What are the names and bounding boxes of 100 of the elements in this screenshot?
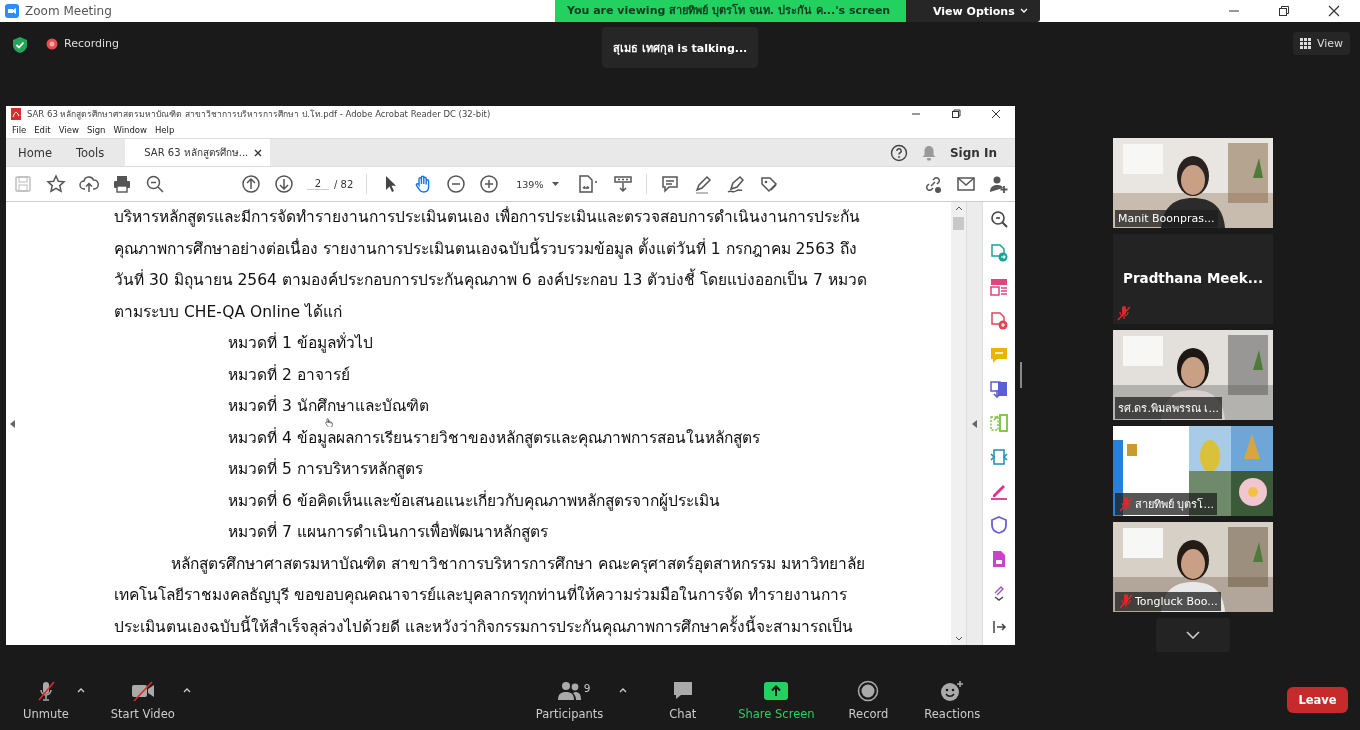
participant-tile[interactable]: สายทิพย์ บุตรโ... (1113, 426, 1273, 516)
highlighter-icon[interactable] (693, 174, 714, 194)
document-text-line: ประเมินตนเองฉบับนี้ให้สำเร็จลุล่วงไปด้วยดี และหวังว่ากิจกรรมการประกันคุณภาพการศึกษาครั้งนี้จะสามารถเป็น (114, 616, 853, 638)
participant-name: Pradthana Meek... (1122, 270, 1264, 286)
view-options-button[interactable]: View Options (906, 0, 1040, 22)
recording-label: Recording (64, 37, 120, 50)
chevron-down-icon (1186, 631, 1200, 639)
add-user-icon[interactable] (989, 174, 1009, 194)
restore-icon[interactable] (951, 109, 961, 119)
zoom-logo-icon (5, 4, 19, 18)
search-icon[interactable] (145, 174, 165, 194)
collapse-arrow-icon[interactable] (10, 419, 15, 428)
scroll-up-icon (954, 206, 963, 211)
chat-icon (671, 679, 694, 702)
window-title: Zoom Meeting (25, 4, 112, 18)
restore-icon[interactable] (1278, 5, 1290, 17)
arrow-up-circle-icon[interactable] (241, 174, 261, 194)
printer-icon[interactable] (112, 174, 132, 194)
participant-name: สายทิพย์ บุตรโ... (1135, 497, 1214, 513)
tab[interactable]: Home (6, 139, 64, 166)
record-dot-icon (46, 37, 58, 50)
scroll-mode-icon[interactable] (613, 174, 634, 194)
document-text-line: บริหารหลักสูตรและมีการจัดทำรายงานการประเมินตนเอง เพื่อการประเมินและตรวจสอบการดำเนินงานการประกัน (114, 207, 860, 228)
close-icon[interactable] (991, 109, 1001, 119)
participants-icon (556, 679, 583, 702)
sign-in-button[interactable]: Sign In (949, 139, 997, 166)
collapse-arrow-icon[interactable] (972, 419, 977, 428)
participant-tile[interactable]: Manit Boonpras... (1113, 138, 1273, 228)
page-count: / 82 (334, 178, 354, 190)
arrow-down-circle-icon[interactable] (274, 174, 294, 194)
comment-icon[interactable] (660, 174, 681, 194)
chat-button[interactable]: Chat (669, 679, 697, 721)
document-frame-icon[interactable] (989, 448, 1008, 466)
participant-count: 9 (583, 681, 591, 694)
menu-item[interactable]: File (8, 122, 31, 138)
camera-button[interactable]: Start Video (110, 679, 175, 721)
scroll-down-icon (954, 636, 963, 641)
participant-name: Tongluck Boo... (1135, 595, 1218, 608)
link-icon[interactable] (923, 174, 943, 194)
close-icon[interactable] (254, 148, 263, 157)
menu-item[interactable]: Edit (30, 122, 55, 138)
scrollbar-thumb[interactable] (953, 217, 964, 230)
star-icon[interactable] (46, 174, 66, 194)
document-text-line: หมวดที่ 3 นักศึกษาและบัณฑิต (228, 396, 429, 417)
document-text-line: หมวดที่ 4 ข้อมูลผลการเรียนรายวิชาของหลักสูตรและคุณภาพการสอนในหลักสูตร (228, 427, 760, 449)
participant-name: Manit Boonpras... (1118, 212, 1215, 225)
cloud-upload-icon[interactable] (79, 174, 99, 194)
layout-icon[interactable] (989, 278, 1008, 296)
document-text-line: ตามระบบ CHE-QA Online ได้แก่ (114, 301, 342, 323)
document-text-line: เทคโนโลยีราชมงคลธัญบุรี ขอขอบคุณคณาจารย์และบุคลากรทุกท่านที่ให้ความร่วมมือในการจัด ทำรายงานการ (114, 585, 847, 606)
zoom-dropdown[interactable]: 139% (512, 178, 564, 190)
pen-sign-icon[interactable] (726, 174, 747, 194)
zoom-in-icon[interactable] (479, 174, 500, 194)
document-text-line: หมวดที่ 5 การบริหารหลักสูตร (228, 459, 423, 480)
shield-icon (12, 36, 28, 54)
document-arrow-icon[interactable] (989, 244, 1008, 262)
document-text-line: หลักสูตรศึกษาศาสตรมหาบัณฑิต สาขาวิชาการบริหารการศึกษา คณะครุศาสตร์อุตสาหกรรม มหาวิทยาลัย (171, 553, 865, 575)
participants-button[interactable]: Participants 9 (535, 679, 604, 721)
menu-item[interactable]: Window (109, 122, 151, 138)
document-text-line: หมวดที่ 2 อาจารย์ (228, 364, 350, 386)
microphone-button[interactable]: Unmute (23, 679, 69, 721)
menu-item[interactable]: Help (150, 122, 179, 138)
caret-up-icon[interactable] (619, 687, 628, 693)
close-icon[interactable] (1328, 5, 1340, 17)
caret-up-icon[interactable] (76, 687, 85, 693)
pen-icon[interactable] (989, 482, 1008, 500)
zoom-icon[interactable] (989, 210, 1008, 228)
record-icon (857, 679, 880, 702)
cursor-hand-icon (325, 417, 333, 427)
caret-icon (1019, 8, 1028, 14)
menu-item[interactable]: Sign (82, 122, 110, 138)
document-text-line: หมวดที่ 6 ข้อคิดเห็นและข้อเสนอแนะเกี่ยวกับคุณภาพหลักสูตรจากผู้ประเมิน (228, 490, 720, 512)
menu-item[interactable]: View (54, 122, 83, 138)
shield-outline-icon[interactable] (989, 516, 1008, 534)
view-button[interactable]: View (1292, 32, 1350, 55)
zoom-out-icon[interactable] (446, 174, 467, 194)
participant-tile[interactable]: รศ.ดร.พิมลพรรณ เ... (1113, 330, 1273, 420)
scrollbar[interactable] (951, 202, 966, 645)
participant-tile[interactable]: Tongluck Boo... (1113, 522, 1273, 612)
reactions-button[interactable]: Reactions (924, 679, 981, 721)
mail-icon[interactable] (956, 174, 976, 194)
participant-name: รศ.ดร.พิมลพรรณ เ... (1118, 401, 1219, 417)
caret-up-icon[interactable] (182, 687, 191, 693)
share-screen-button[interactable]: Share Screen (738, 679, 815, 721)
tab[interactable]: SAR 63 หลักสูตรศึกษ... (125, 139, 271, 166)
grid-icon (1299, 38, 1311, 49)
document-text-line: หมวดที่ 7 แผนการดำเนินการเพื่อพัฒนาหลักสูตร (228, 522, 548, 543)
leave-button[interactable]: Leave (1287, 687, 1348, 713)
page-number-field[interactable]: 2 (307, 178, 329, 190)
app-window-title: SAR 63 หลักสูตรศึกษาศาสตรมหาบัณฑิต สาขาวิชาการบริหารการศึกษา ป.โท.pdf - Adobe Acrobat Reader DC (32-bit) (27, 108, 491, 121)
splitter-handle[interactable] (1020, 362, 1022, 388)
tab[interactable]: Tools (63, 139, 125, 166)
record-button[interactable]: Record (848, 679, 889, 721)
document-download-icon[interactable] (989, 380, 1008, 398)
tag-edit-icon[interactable] (759, 174, 780, 194)
participant-tile[interactable]: Pradthana Meek... (1113, 234, 1273, 324)
document-text-line: คุณภาพการศึกษาอย่างต่อเนื่อง รายงานการประเมินตนเองฉบับนี้รวบรวมข้อมูล ตั้งแต่วันที่ 1 กรกฎาคม 2563 ถึง (114, 238, 857, 260)
document-text-line: หมวดที่ 1 ข้อมูลทั่วไป (228, 333, 373, 354)
help-icon[interactable] (889, 143, 908, 162)
document-plus-icon[interactable] (989, 312, 1008, 330)
